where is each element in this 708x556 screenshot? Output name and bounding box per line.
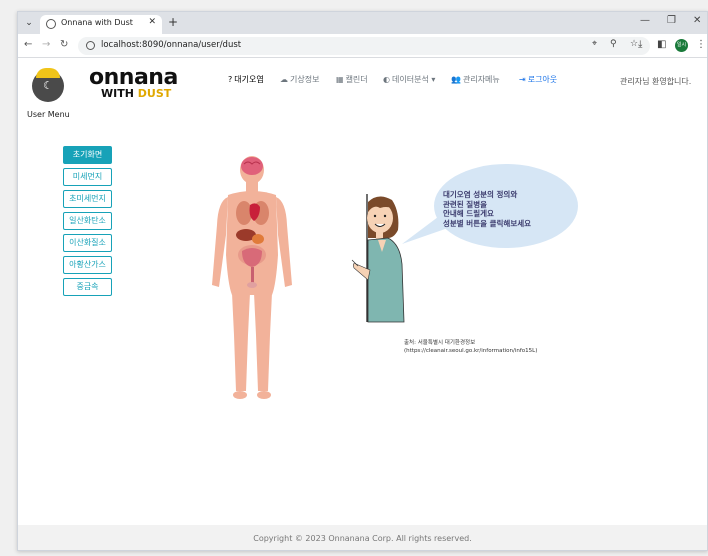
brand-dust: DUST: [137, 87, 172, 100]
bubble-line: 대기오염 성분의 정의와: [443, 190, 518, 199]
zoom-icon[interactable]: ⚲: [610, 39, 617, 49]
nav-label: 기상정보: [290, 75, 320, 84]
sidebar-item-pm25[interactable]: 초미세먼지: [63, 190, 112, 208]
sidebar-item-co[interactable]: 일산화탄소: [63, 212, 112, 230]
profile-avatar[interactable]: 일시: [675, 39, 688, 52]
sign-out-icon: ⇥: [519, 75, 526, 84]
side-panel-icon[interactable]: ◧: [657, 39, 666, 50]
footer: Copyright © 2023 Onnanana Corp. All righ…: [18, 525, 707, 550]
tab-strip: ⌄ Onnana with Dust ✕ + — ❐ ✕: [18, 12, 707, 34]
site-info-icon[interactable]: [86, 41, 95, 50]
tab-title: Onnana with Dust: [61, 18, 133, 27]
new-tab-icon[interactable]: +: [168, 15, 178, 29]
calendar-icon: ▦: [336, 75, 344, 84]
brand-with: WITH: [101, 87, 138, 100]
nav-data-analysis[interactable]: ◐ 데이터분석 ▾: [383, 74, 435, 85]
location-icon[interactable]: ⌖: [592, 39, 597, 49]
omnibox[interactable]: localhost:8090/onnana/user/dust ⌖ ⚲ ☆: [78, 37, 650, 55]
chevron-down-icon: ▾: [431, 75, 436, 84]
browser-window: ⌄ Onnana with Dust ✕ + — ❐ ✕ ← → ↻ local…: [17, 11, 708, 551]
nav-logout[interactable]: ⇥ 로그아웃: [519, 74, 557, 85]
nav-label: 캘린더: [345, 75, 368, 84]
copyright-text: Copyright © 2023 Onnanana Corp. All righ…: [253, 534, 472, 543]
bubble-line: 안내해 드릴게요: [443, 209, 494, 218]
bubble-text: 대기오염 성분의 정의와 관련된 질병을 안내해 드릴게요 성분별 버튼을 클릭…: [443, 190, 531, 228]
web-page: ☾ User Menu onnana WITH DUST ? 대기오염 ☁ 기상정보…: [18, 59, 707, 550]
human-body-illustration: [212, 156, 292, 399]
user-menu-label[interactable]: User Menu: [27, 110, 70, 119]
bookmark-star-icon[interactable]: ☆: [630, 39, 638, 49]
nav-label: 로그아웃: [527, 75, 558, 84]
sidebar-item-home[interactable]: 초기화면: [63, 146, 112, 164]
reload-icon[interactable]: ↻: [60, 39, 68, 50]
source-link[interactable]: (https://cleanair.seoul.go.kr/informatio…: [404, 347, 537, 355]
nav-label: 데이터분석: [391, 75, 429, 84]
guide-woman-illustration: [351, 194, 405, 323]
welcome-text: 관리자님 환영합니다.: [620, 77, 692, 86]
close-tab-icon[interactable]: ✕: [148, 17, 156, 27]
user-menu-icon[interactable]: ☾: [32, 68, 64, 102]
window-close-icon[interactable]: ✕: [693, 15, 701, 26]
sidebar-item-no2[interactable]: 이산화질소: [63, 234, 112, 252]
pie-chart-icon: ◐: [383, 75, 390, 84]
globe-icon: [46, 19, 56, 29]
brand-logo-bottom[interactable]: WITH DUST: [101, 87, 171, 100]
download-icon[interactable]: ⤓: [638, 39, 642, 50]
source-citation: 출처: 서울특별시 대기환경정보 (https://cleanair.seoul…: [404, 339, 537, 355]
url-text[interactable]: localhost:8090/onnana/user/dust: [101, 40, 241, 50]
restore-icon[interactable]: ❐: [667, 15, 676, 26]
bubble-line: 성분별 버튼을 클릭해보세요: [443, 218, 532, 228]
minimize-icon[interactable]: —: [640, 15, 650, 26]
source-line: 출처: 서울특별시 대기환경정보: [404, 340, 476, 346]
bubble-line: 관련된 질병을: [443, 199, 488, 209]
nav-weather[interactable]: ☁ 기상정보: [280, 74, 319, 85]
users-icon: 👥: [451, 75, 461, 84]
sidebar-item-pm10[interactable]: 미세먼지: [63, 168, 112, 186]
back-icon[interactable]: ←: [24, 39, 32, 50]
question-icon: ?: [228, 75, 233, 84]
address-bar: ← → ↻ localhost:8090/onnana/user/dust ⌖ …: [18, 34, 707, 58]
tab-search-icon[interactable]: ⌄: [22, 16, 36, 30]
cloud-sun-icon: ☁: [280, 75, 288, 84]
nav-label: 대기오염: [234, 75, 264, 84]
sidebar-item-so2[interactable]: 아황산가스: [63, 256, 112, 274]
browser-tab[interactable]: Onnana with Dust ✕: [40, 15, 162, 34]
nav-air-pollution[interactable]: ? 대기오염: [228, 74, 264, 85]
nav-admin-menu[interactable]: 👥 관리자메뉴: [451, 74, 500, 85]
sidebar-item-heavy-metal[interactable]: 중금속: [63, 278, 112, 296]
nav-label: 관리자메뉴: [462, 75, 500, 84]
menu-kebab-icon[interactable]: ⋮: [696, 39, 706, 50]
forward-icon[interactable]: →: [42, 39, 50, 50]
nav-calendar[interactable]: ▦ 캘린더: [336, 74, 368, 85]
